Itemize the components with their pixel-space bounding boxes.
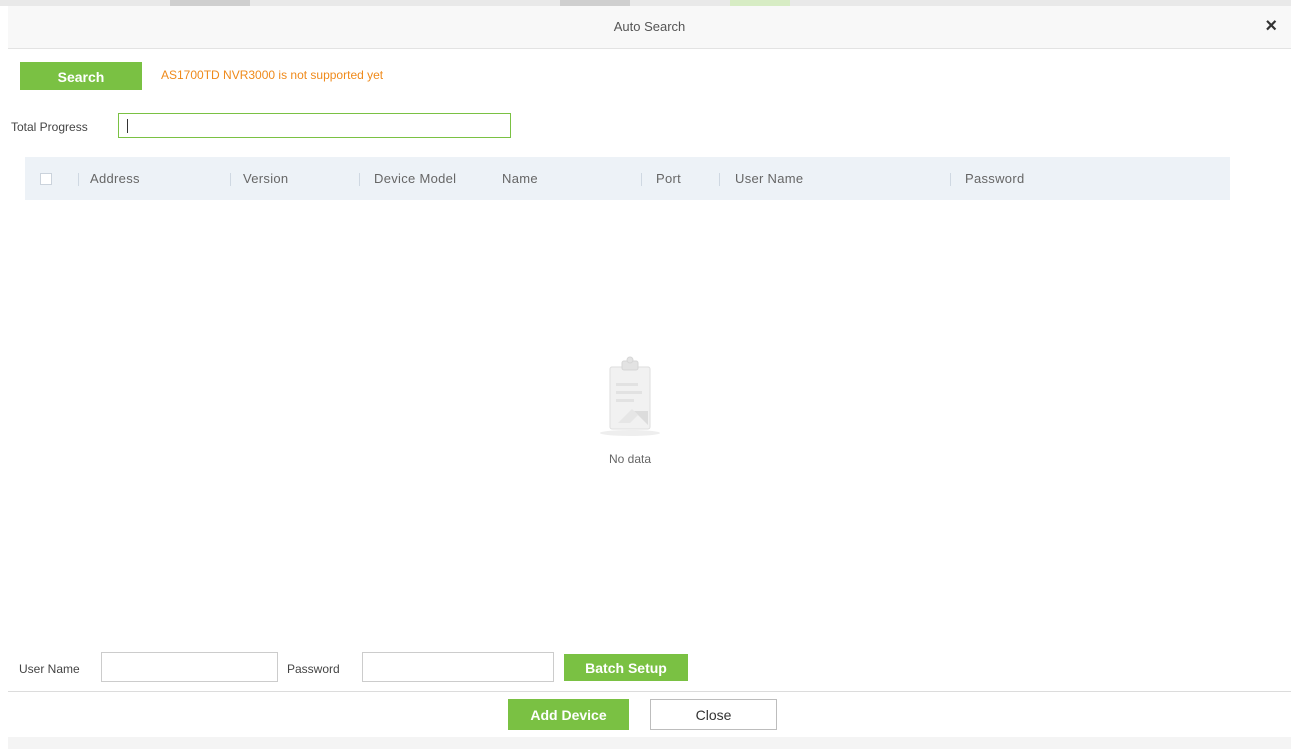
column-header-version[interactable]: Version (243, 171, 288, 186)
column-header-password[interactable]: Password (965, 171, 1024, 186)
column-separator (641, 173, 642, 186)
column-separator (359, 173, 360, 186)
add-device-button[interactable]: Add Device (508, 699, 629, 730)
table-header: Address Version Device Model Name Port U… (25, 157, 1230, 200)
dialog-bottom-bar (8, 737, 1291, 749)
batch-user-name-input[interactable] (101, 652, 278, 682)
column-header-port[interactable]: Port (656, 171, 681, 186)
column-separator (950, 173, 951, 186)
search-button[interactable]: Search (20, 62, 142, 90)
total-progress-label: Total Progress (11, 120, 88, 134)
column-separator (230, 173, 231, 186)
text-caret (127, 119, 128, 133)
column-header-device-model[interactable]: Device Model (374, 171, 456, 186)
column-separator (719, 173, 720, 186)
batch-password-label: Password (287, 662, 340, 676)
dialog-titlebar: Auto Search × (8, 6, 1291, 49)
batch-user-name-label: User Name (19, 662, 80, 676)
batch-password-input[interactable] (362, 652, 554, 682)
batch-setup-button[interactable]: Batch Setup (564, 654, 688, 681)
close-icon[interactable]: × (1265, 16, 1277, 36)
empty-state-text: No data (608, 452, 652, 466)
footer-divider (8, 691, 1291, 692)
column-header-name[interactable]: Name (502, 171, 538, 186)
column-separator (78, 173, 79, 186)
clipboard-icon (600, 356, 660, 436)
select-all-checkbox[interactable] (40, 173, 52, 185)
unsupported-warning: AS1700TD NVR3000 is not supported yet (161, 68, 384, 82)
column-header-user-name[interactable]: User Name (735, 171, 803, 186)
auto-search-dialog: Auto Search × Search AS1700TD NVR3000 is… (8, 6, 1291, 749)
total-progress-field[interactable] (118, 113, 511, 138)
column-header-address[interactable]: Address (90, 171, 140, 186)
close-button[interactable]: Close (650, 699, 777, 730)
dialog-title: Auto Search (613, 19, 686, 34)
